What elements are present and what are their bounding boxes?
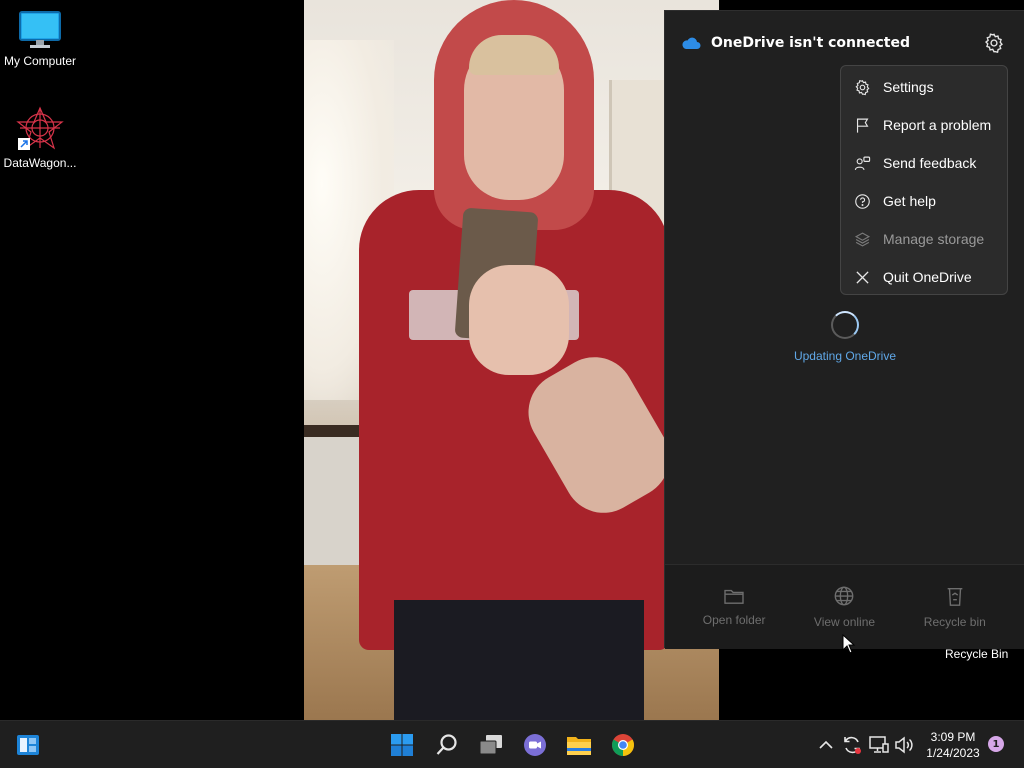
trash-icon xyxy=(947,587,963,606)
widgets-icon xyxy=(17,735,39,755)
clock[interactable]: 3:09 PM 1/24/2023 xyxy=(920,729,986,761)
menu-item-label: Get help xyxy=(883,193,936,209)
menu-item-quit-onedrive[interactable]: Quit OneDrive xyxy=(841,258,1007,296)
menu-item-label: Manage storage xyxy=(883,231,985,247)
desktop-icon-datawagon[interactable]: DataWagon... xyxy=(0,106,80,170)
notification-badge[interactable]: 1 xyxy=(988,736,1004,752)
loading-spinner-icon xyxy=(831,311,859,339)
file-explorer-button[interactable] xyxy=(563,729,595,761)
menu-item-report-problem[interactable]: Report a problem xyxy=(841,106,1007,144)
footer-label: Recycle bin xyxy=(923,615,986,629)
menu-item-manage-storage[interactable]: Manage storage xyxy=(841,220,1007,258)
globe-icon xyxy=(835,586,854,606)
footer-label: Open folder xyxy=(702,613,766,627)
volume-button[interactable] xyxy=(890,729,918,761)
close-icon xyxy=(853,268,871,286)
search-icon xyxy=(436,734,457,755)
chrome-button[interactable] xyxy=(607,729,639,761)
settings-menu: Settings Report a problem Send feedback xyxy=(840,65,1008,295)
file-explorer-icon xyxy=(567,737,591,755)
network-button[interactable] xyxy=(865,729,893,761)
onedrive-tray-button[interactable] xyxy=(838,729,866,761)
status-text: Updating OneDrive xyxy=(793,349,897,363)
chrome-icon xyxy=(612,734,634,756)
feedback-icon xyxy=(853,154,871,172)
footer-label: View online xyxy=(813,615,876,629)
taskbar: 3:09 PM 1/24/2023 xyxy=(0,720,1024,768)
mouse-cursor-icon xyxy=(842,634,856,654)
clock-date: 1/24/2023 xyxy=(926,746,980,760)
onedrive-flyout: OneDrive isn't connected Settings Report… xyxy=(664,10,1024,649)
volume-icon xyxy=(895,736,913,754)
menu-item-send-feedback[interactable]: Send feedback xyxy=(841,144,1007,182)
search-button[interactable] xyxy=(431,729,463,761)
task-view-icon xyxy=(479,735,502,755)
recycle-bin-button[interactable]: Recycle bin xyxy=(905,585,1005,629)
desktop-recycle-bin-label[interactable]: Recycle Bin xyxy=(945,647,1008,661)
menu-item-settings[interactable]: Settings xyxy=(841,68,1007,106)
open-folder-button[interactable]: Open folder xyxy=(684,587,784,627)
network-icon xyxy=(869,736,889,753)
start-button[interactable] xyxy=(386,729,418,761)
flag-icon xyxy=(853,116,871,134)
gear-icon xyxy=(985,33,1003,54)
view-online-button[interactable]: View online xyxy=(794,585,894,629)
clock-time: 3:09 PM xyxy=(930,730,976,744)
desktop-icon-label: My Computer xyxy=(3,54,77,68)
onedrive-sync-icon xyxy=(844,736,861,754)
task-view-button[interactable] xyxy=(475,729,507,761)
teams-chat-button[interactable] xyxy=(519,729,551,761)
start-icon xyxy=(391,734,413,756)
menu-item-label: Send feedback xyxy=(883,155,977,171)
gear-icon xyxy=(853,78,871,96)
onedrive-title: OneDrive isn't connected xyxy=(711,35,910,51)
desktop-icon-label: DataWagon... xyxy=(3,156,77,170)
widgets-button[interactable] xyxy=(12,729,44,761)
update-status: Updating OneDrive xyxy=(665,311,1024,363)
menu-item-label: Settings xyxy=(883,79,934,95)
folder-icon xyxy=(724,589,744,604)
onedrive-cloud-icon xyxy=(682,37,701,49)
teams-chat-icon xyxy=(524,734,546,756)
show-hidden-icons-button[interactable] xyxy=(812,729,840,761)
storage-icon xyxy=(853,230,871,248)
menu-item-get-help[interactable]: Get help xyxy=(841,182,1007,220)
chevron-up-icon xyxy=(819,740,833,749)
help-settings-button[interactable] xyxy=(982,31,1006,55)
desktop-icon-my-computer[interactable]: My Computer xyxy=(0,10,80,68)
menu-item-label: Quit OneDrive xyxy=(883,269,972,285)
help-icon xyxy=(853,192,871,210)
monitor-icon xyxy=(19,11,61,48)
datawagon-logo-icon xyxy=(16,106,64,150)
background-photo xyxy=(304,0,719,720)
menu-item-label: Report a problem xyxy=(883,117,992,133)
